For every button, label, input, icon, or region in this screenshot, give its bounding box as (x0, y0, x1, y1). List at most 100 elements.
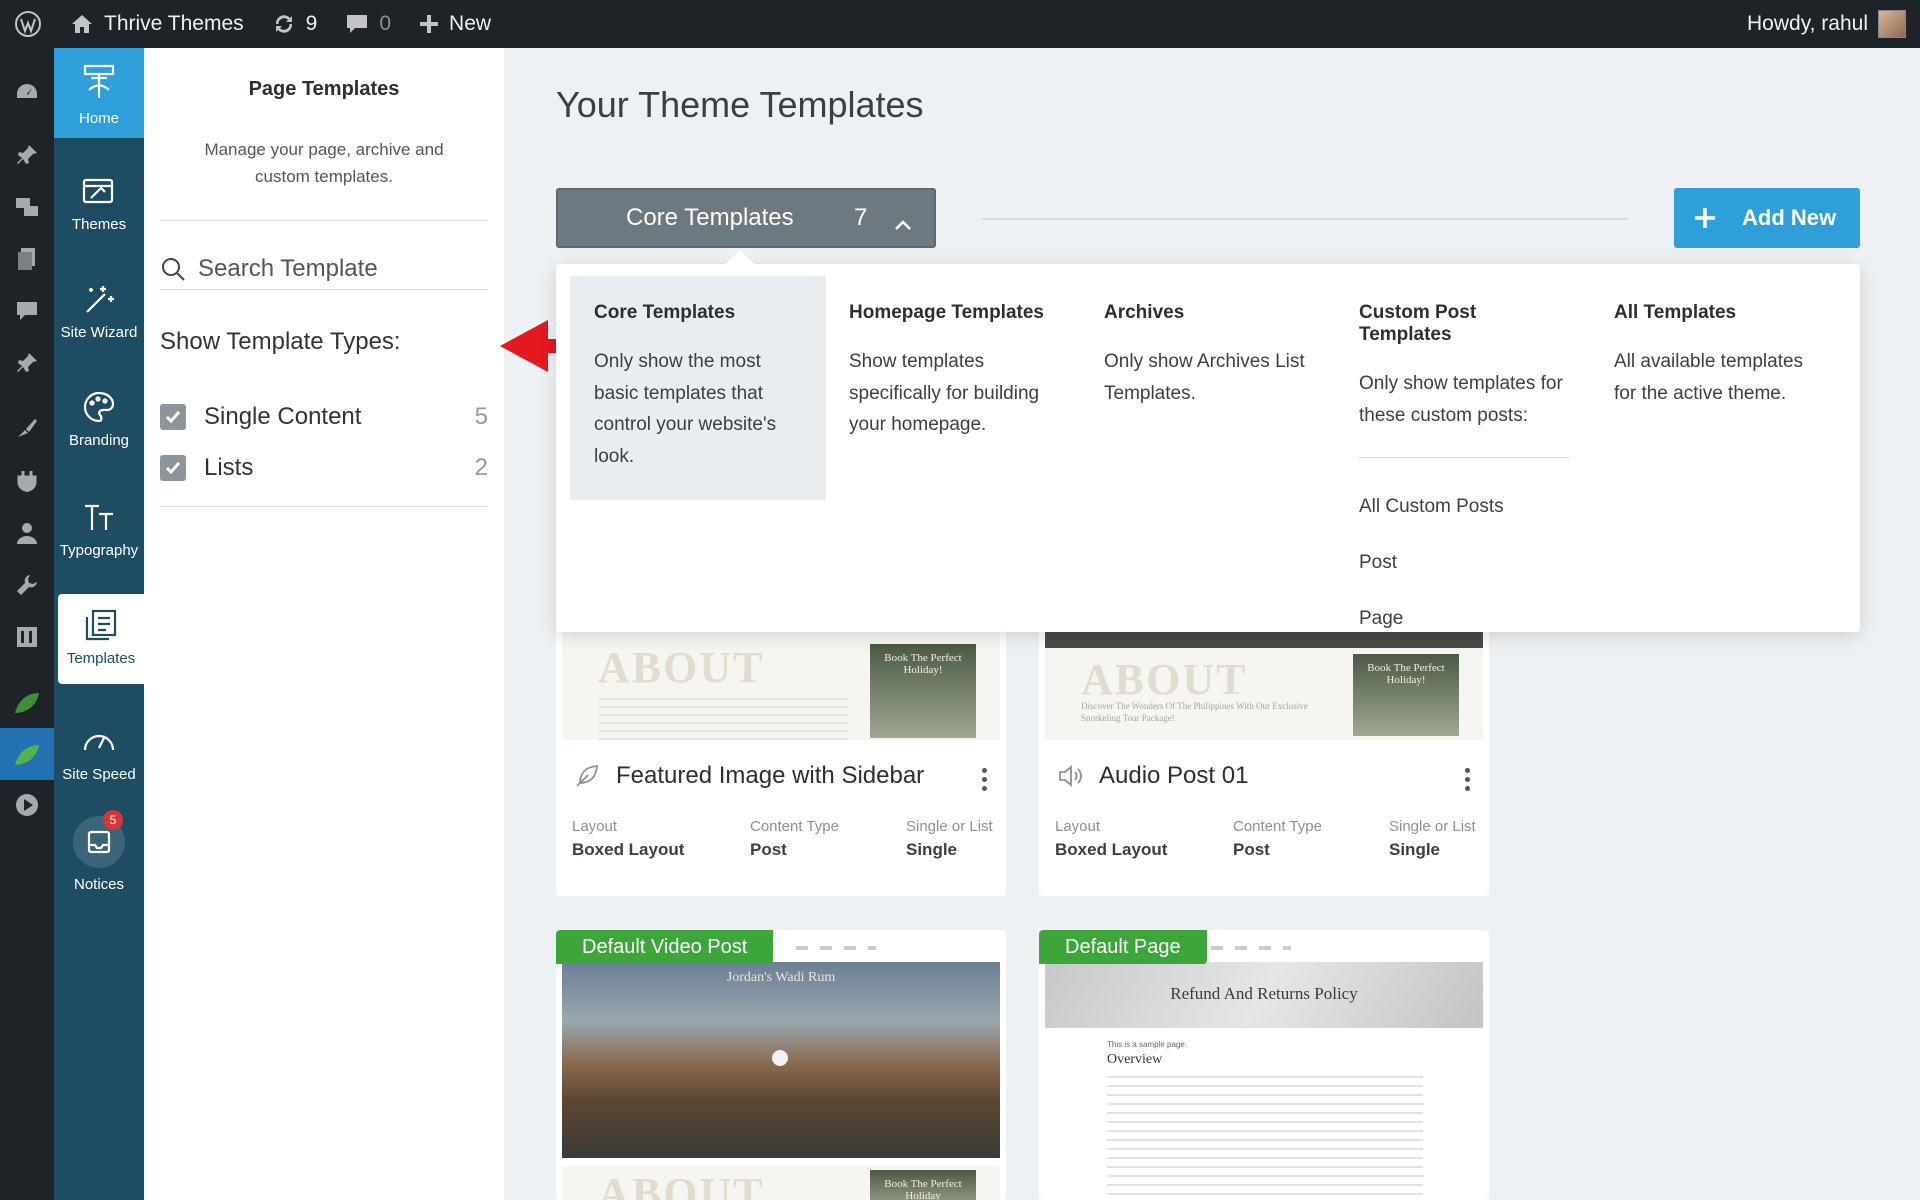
filter-option-custom-post[interactable]: Custom Post Templates Only show template… (1335, 276, 1591, 690)
core-templates-label: Core Templates (626, 204, 794, 231)
plus-icon (420, 15, 439, 33)
template-thumbnail: ABOUT Book The Perfect Holiday! (562, 630, 1000, 740)
meta-value: Boxed Layout (1055, 840, 1168, 859)
thumb-heading: ABOUT (598, 643, 765, 692)
custom-post-link-post[interactable]: Post (1359, 552, 1567, 608)
panel-title: Page Templates (248, 78, 400, 100)
card-title: Featured Image with Sidebar (616, 762, 925, 789)
type-row-single-content[interactable]: Single Content 5 (160, 397, 488, 437)
nav-branding[interactable]: Branding (54, 390, 144, 449)
nav-themes[interactable]: Themes (54, 174, 144, 233)
users-icon[interactable] (12, 518, 42, 548)
audio-icon (1059, 765, 1082, 787)
site-name: Thrive Themes (104, 12, 244, 35)
new-content-link[interactable]: New (405, 0, 505, 48)
template-card[interactable]: ABOUT Book The Perfect Holiday! Featured… (556, 600, 1006, 896)
template-thumbnail-lower: ABOUT Book The Perfect Holiday (562, 1166, 1000, 1200)
header-divider (982, 218, 1628, 220)
nav-home[interactable]: Home (54, 48, 144, 138)
template-card[interactable]: Default Video Post Jordan's Wadi Rum ABO… (556, 930, 1006, 1200)
pin-icon[interactable] (12, 140, 42, 170)
updates-link[interactable]: 9 (258, 0, 332, 48)
tools-icon[interactable] (12, 570, 42, 600)
nav-home-label: Home (78, 110, 119, 127)
type-label: Lists (204, 454, 254, 481)
search-box (160, 248, 488, 290)
account-menu[interactable]: Howdy, rahul (1733, 0, 1920, 48)
comments-link[interactable]: 0 (331, 0, 405, 48)
meta-value: Boxed Layout (572, 840, 685, 859)
comments-icon[interactable] (12, 296, 42, 326)
filter-option-homepage[interactable]: Homepage Templates Show templates specif… (825, 276, 1081, 467)
more-options-icon[interactable] (1465, 768, 1471, 795)
divider (160, 506, 488, 507)
template-filter-dropdown: Core Templates Only show the most basic … (556, 249, 1860, 632)
new-label: New (449, 12, 492, 35)
home-icon (72, 15, 92, 33)
dropdown-caret (725, 249, 755, 279)
option-title: Homepage Templates (849, 302, 1044, 323)
site-name-link[interactable]: Thrive Themes (56, 0, 258, 48)
page-intro: This is a sample page. (1107, 1040, 1188, 1049)
nav-themes-label: Themes (71, 216, 127, 233)
checkbox[interactable] (160, 404, 186, 430)
custom-post-link-page[interactable]: Page (1359, 608, 1567, 664)
appearance-icon[interactable] (12, 413, 42, 443)
nav-templates[interactable]: Templates (58, 594, 144, 684)
more-options-icon[interactable] (982, 768, 988, 795)
thrive-logo-icon (83, 64, 115, 98)
nav-typography[interactable]: Typography (54, 500, 144, 559)
card-title: Audio Post 01 (1099, 762, 1249, 789)
page-text-lines (1107, 1076, 1423, 1196)
leaf-icon[interactable] (12, 740, 42, 770)
thumb-text-lines (598, 698, 848, 740)
core-templates-count: 7 (854, 204, 868, 231)
admin-bar: Thrive Themes 9 0 New Howdy, rahul (0, 0, 1920, 48)
search-input[interactable] (198, 254, 478, 283)
core-templates-dropdown-button[interactable]: Core Templates 7 (556, 188, 936, 248)
template-card[interactable]: Default Page Refund And Returns Policy T… (1039, 930, 1489, 1200)
nav-notices-label: Notices (73, 876, 125, 893)
notices-badge: 5 (103, 810, 123, 830)
media-icon[interactable] (12, 192, 42, 222)
leaf-icon[interactable] (12, 688, 42, 718)
pin-icon[interactable] (12, 348, 42, 378)
chevron-up-icon (894, 210, 912, 238)
pages-icon[interactable] (12, 244, 42, 274)
updates-count: 9 (305, 12, 318, 35)
filter-option-all[interactable]: All Templates All available templates fo… (1590, 276, 1846, 435)
refresh-icon (275, 15, 292, 33)
card-header: Featured Image with Sidebar (574, 762, 924, 790)
play-icon[interactable] (12, 790, 42, 820)
type-label: Single Content (204, 403, 362, 430)
check-icon (165, 462, 181, 475)
wordpress-icon (15, 11, 41, 37)
add-new-button[interactable]: Add New (1674, 188, 1860, 248)
option-title: All Templates (1614, 302, 1737, 323)
filter-option-archives[interactable]: Archives Only show Archives List Templat… (1080, 276, 1336, 435)
thumb-heading: ABOUT (598, 1169, 765, 1200)
page-banner-title: Refund And Returns Policy (1170, 984, 1358, 1003)
type-row-lists[interactable]: Lists 2 (160, 448, 488, 488)
panel-description: Manage your page, archive and custom tem… (204, 140, 444, 186)
meta-value: Post (1233, 840, 1270, 859)
meta-label: Layout (1055, 818, 1101, 835)
checkbox[interactable] (160, 455, 186, 481)
plugins-icon[interactable] (12, 466, 42, 496)
settings-icon[interactable] (12, 622, 42, 652)
comment-icon (347, 15, 368, 33)
divider (160, 220, 488, 221)
play-icon[interactable] (772, 1050, 788, 1066)
dashboard-icon[interactable] (12, 78, 42, 108)
wordpress-logo-button[interactable] (0, 0, 56, 48)
nav-site-wizard[interactable]: Site Wizard (54, 282, 144, 341)
card-header: Audio Post 01 (1057, 762, 1248, 790)
meta-label: Single or List (1389, 818, 1476, 835)
divider (1359, 457, 1569, 458)
thumb-box: Book The Perfect Holiday! (870, 644, 976, 738)
nav-notices[interactable]: 5 Notices (54, 810, 144, 893)
custom-post-link-all[interactable]: All Custom Posts (1359, 496, 1567, 552)
thumb-nav-dots (796, 946, 876, 950)
filter-option-core[interactable]: Core Templates Only show the most basic … (570, 276, 826, 500)
nav-site-speed[interactable]: Site Speed (54, 724, 144, 783)
